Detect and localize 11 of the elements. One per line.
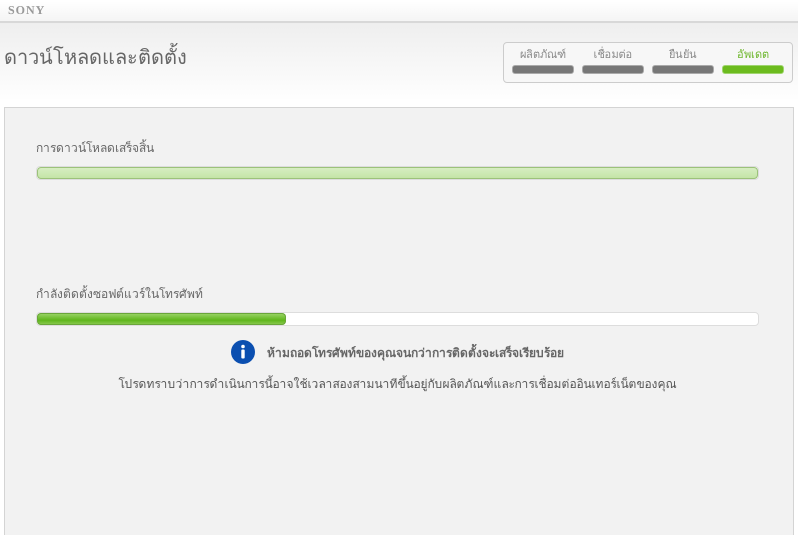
task-label: การดาวน์โหลดเสร็จสิ้น <box>36 140 155 156</box>
step-label: เชื่อมต่อ <box>594 47 632 62</box>
info-icon <box>231 340 255 364</box>
page-title: ดาวน์โหลดและติดตั้ง <box>4 41 187 73</box>
notice-text: โปรดทราบว่าการดำเนินการนี้อาจใช้เวลาสองสามนาทีขึ้นอยู่กับผลิตภัณฑ์และการเชื่อมต่ออินเทอร์เน็ตของคุณ <box>118 374 676 393</box>
brand-logo: SONY <box>8 3 46 18</box>
step-label: ยืนยัน <box>669 47 697 62</box>
warning-heading: ห้ามถอดโทรศัพท์ของคุณจนกว่าการติดตั้งจะเสร็จเรียบร้อย <box>267 342 564 362</box>
task-label: กำลังติดตั้งซอฟต์แวร์ในโทรศัพท์ <box>36 286 204 302</box>
step-label: ผลิตภัณฑ์ <box>520 47 566 62</box>
step-label: อัพเดต <box>737 47 769 62</box>
